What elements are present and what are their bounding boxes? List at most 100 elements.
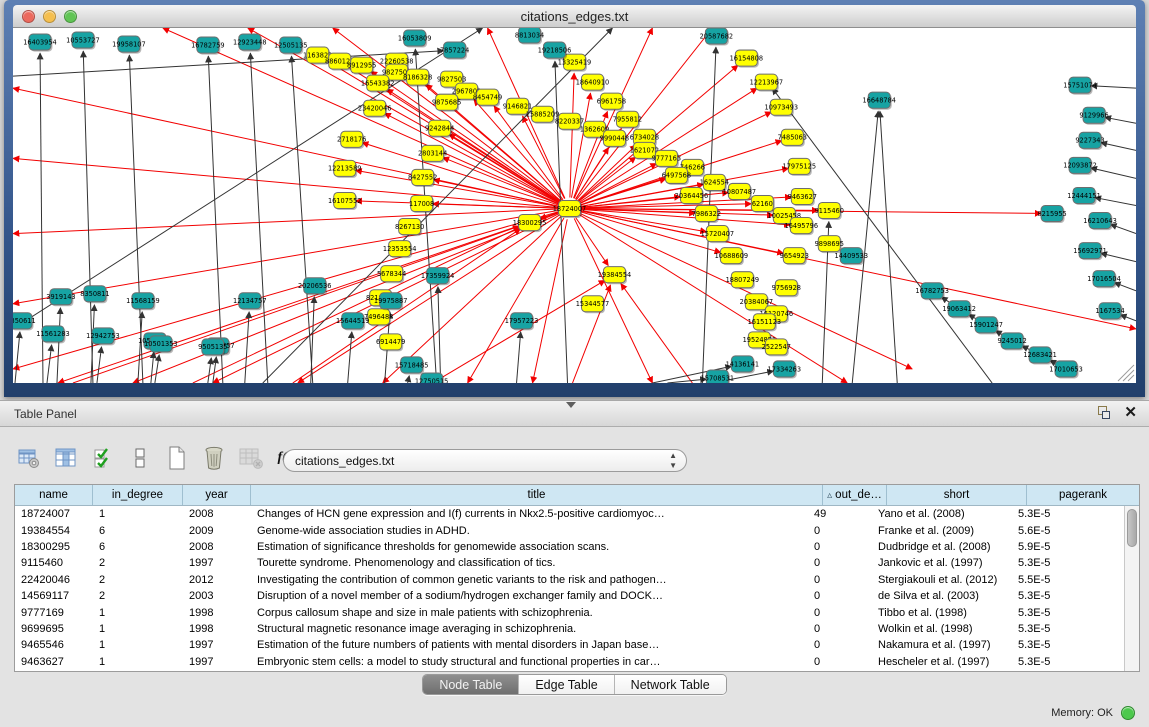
graph-node[interactable]: 15751074: [1063, 77, 1097, 95]
graph-node[interactable]: 2803144: [418, 145, 447, 163]
new-table-button[interactable]: [164, 445, 190, 471]
column-header-in_degree[interactable]: in_degree: [93, 485, 183, 505]
graph-node[interactable]: 10553727: [66, 32, 100, 50]
table-row[interactable]: 946554611997Estimation of the future num…: [15, 637, 1124, 653]
graph-edge[interactable]: [1114, 283, 1136, 291]
vertical-scrollbar[interactable]: [1124, 506, 1139, 671]
graph-node[interactable]: 15344577: [576, 296, 610, 314]
window-titlebar[interactable]: citations_edges.txt: [13, 5, 1136, 28]
graph-edge[interactable]: [356, 170, 559, 206]
graph-edge[interactable]: [15, 332, 20, 383]
table-row[interactable]: 911546021997Tourette syndrome. Phenomeno…: [15, 555, 1124, 571]
graph-node[interactable]: 20587682: [700, 28, 734, 46]
table-row[interactable]: 1456911722003Disruption of a novel membe…: [15, 588, 1124, 604]
graph-edge[interactable]: [1105, 117, 1136, 123]
column-header-out_degree[interactable]: ▵out_de…: [823, 485, 887, 505]
graph-node[interactable]: 12444151: [1067, 187, 1101, 205]
graph-node[interactable]: 19958107: [112, 36, 146, 54]
graph-node[interactable]: 15718485: [395, 357, 429, 375]
splitter-collapse-icon[interactable]: [566, 402, 576, 408]
graph-node[interactable]: 2718176: [337, 131, 366, 149]
table-row[interactable]: 1830029562008Estimation of significance …: [15, 539, 1124, 555]
graph-node[interactable]: 16107552: [328, 192, 362, 210]
citation-graph[interactable]: 1872400711638228860128891295522260538982…: [13, 28, 1136, 383]
graph-node[interactable]: 16053809: [398, 30, 432, 48]
graph-edge[interactable]: [579, 213, 912, 369]
graph-node[interactable]: 7955812: [613, 111, 642, 129]
graph-node[interactable]: 6961758: [597, 93, 626, 111]
graph-node[interactable]: 9777163: [652, 150, 681, 168]
row-height-button[interactable]: [127, 445, 153, 471]
graph-node[interactable]: 16782753: [915, 283, 949, 301]
column-header-pagerank[interactable]: pagerank: [1027, 485, 1139, 505]
graph-node[interactable]: 17010653: [1049, 361, 1083, 379]
show-columns-button[interactable]: [53, 445, 79, 471]
graph-edge[interactable]: [1091, 86, 1136, 88]
graph-edge[interactable]: [298, 214, 561, 383]
graph-node[interactable]: 9129966: [1079, 107, 1108, 125]
graph-edge[interactable]: [621, 284, 692, 383]
graph-node[interactable]: 9227343: [1075, 132, 1104, 150]
graph-edge[interactable]: [47, 345, 52, 383]
graph-edge[interactable]: [208, 358, 211, 383]
graph-node[interactable]: 12213589: [328, 160, 362, 178]
graph-node[interactable]: 17975125: [783, 158, 817, 176]
scrollbar-thumb[interactable]: [1127, 509, 1137, 547]
tab-edge-table[interactable]: Edge Table: [519, 675, 614, 694]
graph-edge[interactable]: [151, 352, 154, 383]
graph-node[interactable]: 9756928: [772, 280, 801, 298]
graph-node[interactable]: 7485063: [778, 129, 807, 147]
graph-node[interactable]: 16403954: [23, 34, 57, 52]
graph-node[interactable]: 10973493: [765, 99, 799, 117]
graph-node[interactable]: 2522547: [762, 339, 791, 357]
table-row[interactable]: 2242004622012Investigating the contribut…: [15, 572, 1124, 588]
graph-node[interactable]: 16210643: [1083, 213, 1117, 231]
graph-edge[interactable]: [57, 308, 60, 383]
table-options-button[interactable]: [16, 445, 42, 471]
table-row[interactable]: 969969511998Structural magnetic resonanc…: [15, 621, 1124, 637]
graph-edge[interactable]: [574, 28, 652, 198]
graph-node[interactable]: 9990448: [600, 130, 629, 148]
table-row[interactable]: 977716911998Corpus callosum shape and si…: [15, 604, 1124, 620]
graph-node[interactable]: 15692971: [1073, 243, 1107, 261]
graph-edge[interactable]: [13, 209, 559, 234]
graph-edge[interactable]: [449, 134, 560, 203]
graph-node[interactable]: 9115460: [815, 202, 844, 220]
graph-node[interactable]: 9875685: [432, 94, 461, 112]
close-panel-icon[interactable]: ✕: [1124, 405, 1137, 421]
graph-node[interactable]: 12213967: [750, 74, 784, 92]
graph-node[interactable]: 8215955: [1037, 206, 1066, 224]
tab-network-table[interactable]: Network Table: [615, 675, 726, 694]
graph-node[interactable]: 17016504: [1087, 271, 1121, 289]
graph-node[interactable]: 12505135: [274, 37, 308, 55]
table-row[interactable]: 1872400712008Changes of HCN gene express…: [15, 506, 1124, 522]
table-row[interactable]: 1938455462009Genome-wide association stu…: [15, 522, 1124, 538]
graph-node[interactable]: 11568159: [126, 293, 160, 311]
graph-node[interactable]: 17359924: [421, 268, 455, 286]
graph-node[interactable]: 14136141: [726, 356, 760, 374]
graph-node[interactable]: 16154808: [730, 50, 764, 68]
graph-edge[interactable]: [580, 211, 1136, 329]
graph-edge[interactable]: [13, 88, 559, 206]
graph-node[interactable]: 12134757: [233, 293, 267, 311]
graph-node[interactable]: 1167534: [1095, 303, 1124, 321]
graph-edge[interactable]: [97, 347, 102, 383]
graph-node[interactable]: 17957223: [505, 313, 539, 331]
float-panel-icon[interactable]: [1096, 405, 1112, 421]
graph-edge[interactable]: [555, 61, 568, 383]
graph-node[interactable]: 10688609: [715, 248, 749, 266]
graph-node[interactable]: 5678344: [377, 266, 406, 284]
graph-node[interactable]: 117008: [409, 195, 434, 213]
graph-node[interactable]: 8267130: [395, 219, 424, 237]
graph-edge[interactable]: [1110, 224, 1136, 233]
column-header-short[interactable]: short: [887, 485, 1027, 505]
graph-edge[interactable]: [438, 287, 441, 383]
graph-node[interactable]: 19218506: [538, 42, 572, 60]
graph-node[interactable]: 7986322: [692, 206, 721, 224]
graph-node[interactable]: 8454749: [473, 89, 502, 107]
graph-node[interactable]: 19063412: [942, 301, 976, 319]
graph-edge[interactable]: [571, 93, 590, 198]
graph-edge[interactable]: [852, 111, 878, 383]
column-header-year[interactable]: year: [183, 485, 251, 505]
resize-grip-icon[interactable]: [1118, 365, 1134, 381]
